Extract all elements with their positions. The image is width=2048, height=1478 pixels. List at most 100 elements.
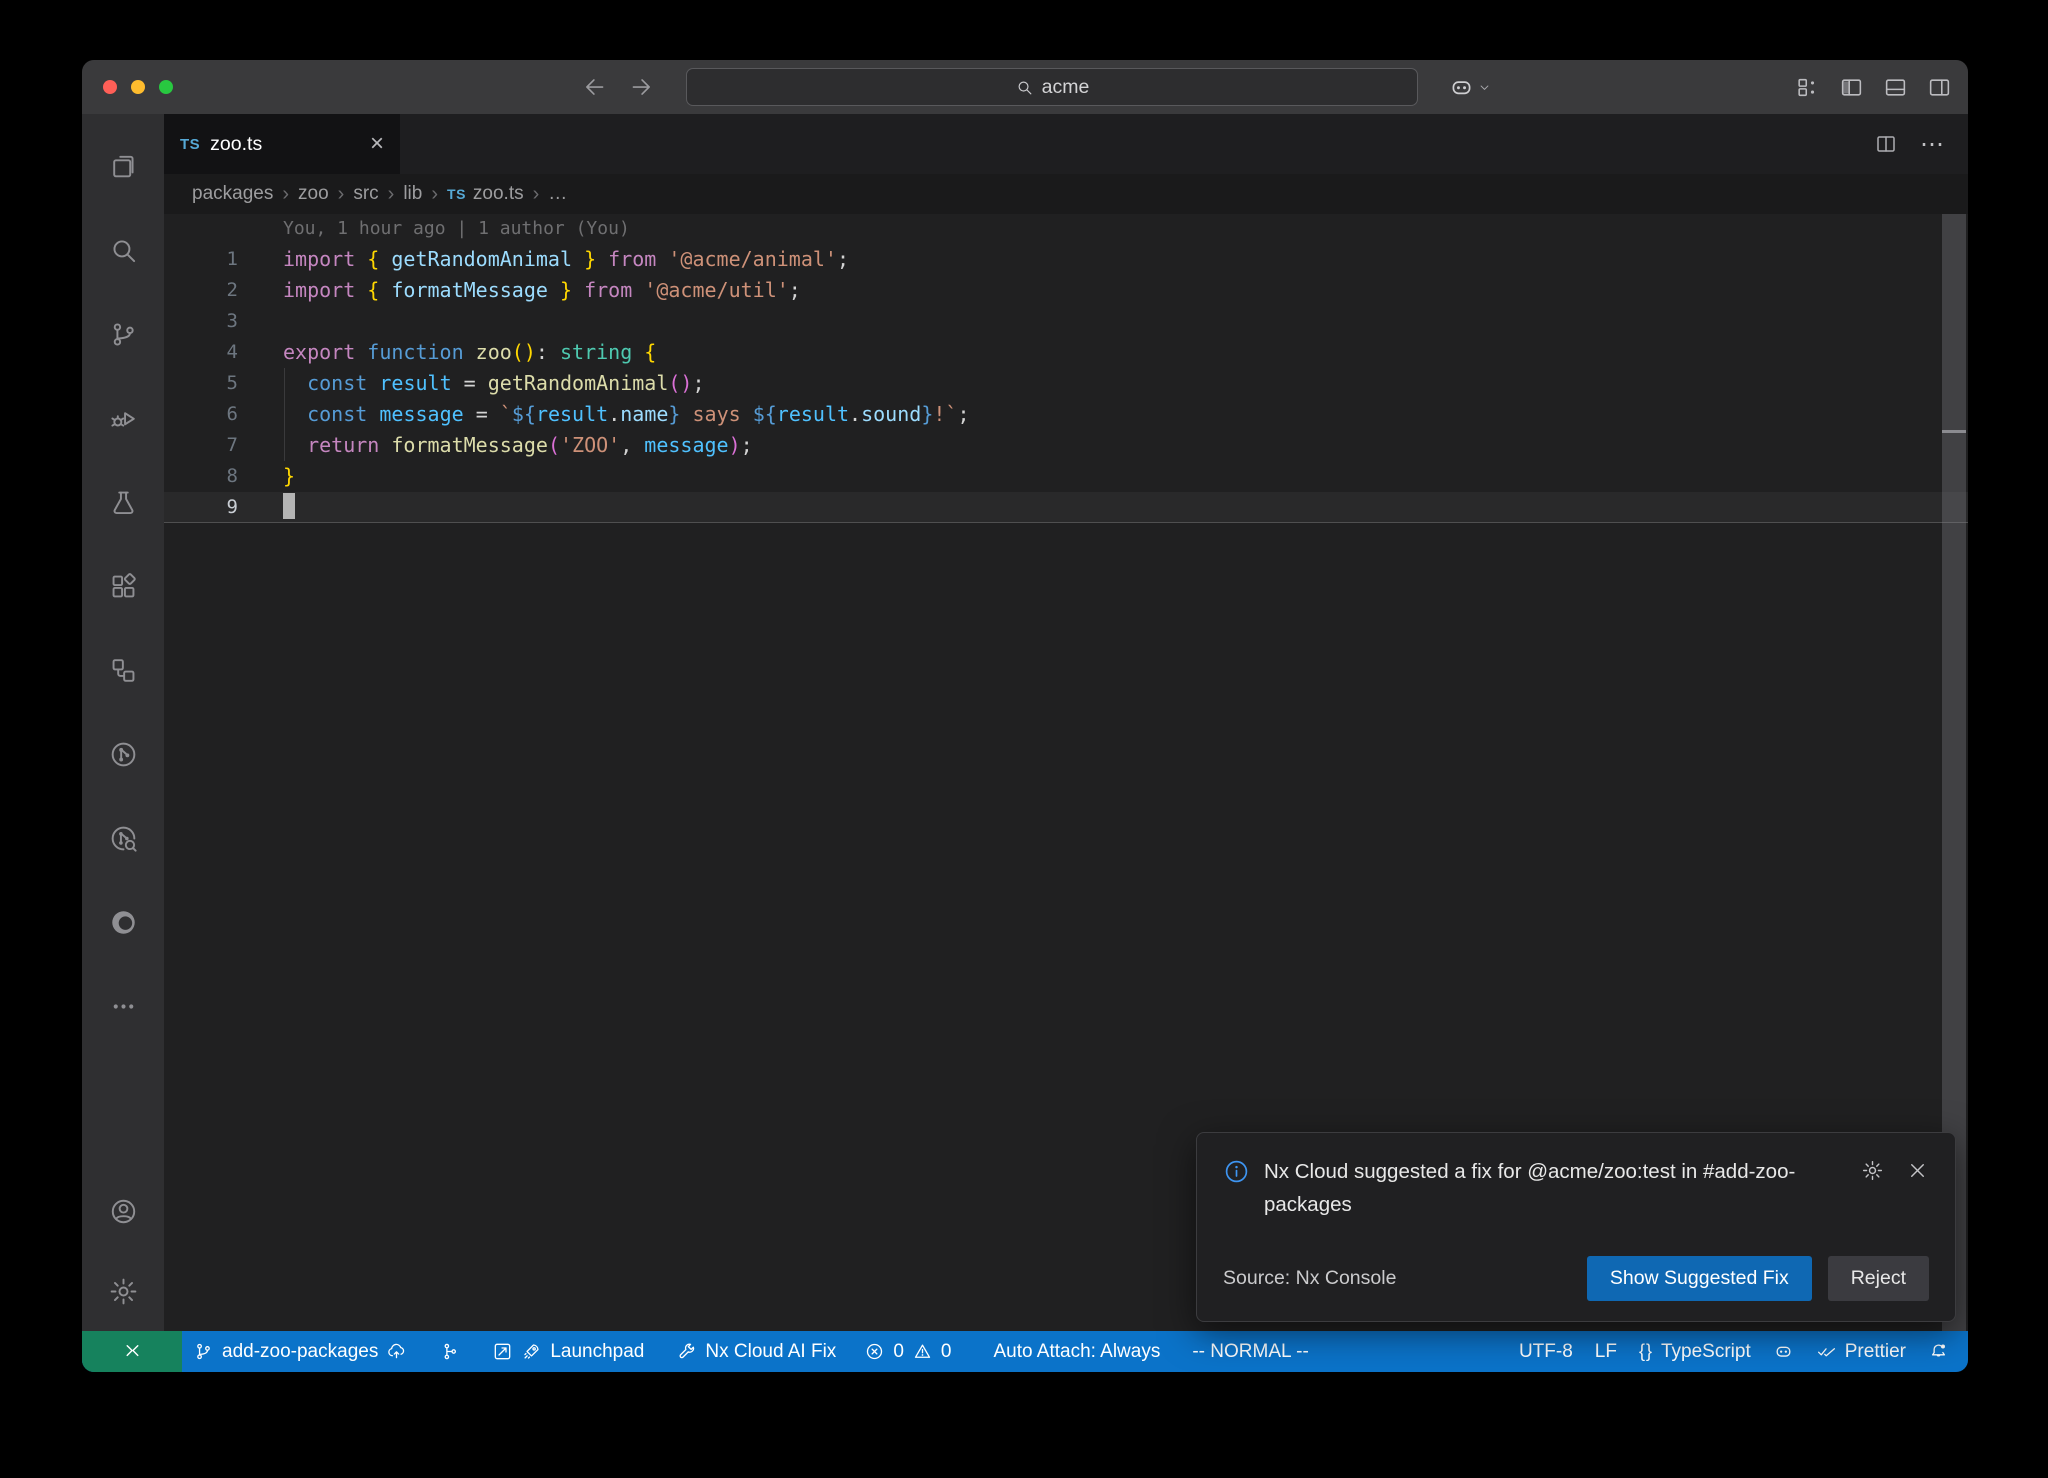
braces-icon: {}	[1639, 1341, 1653, 1362]
toggle-sidebar-left-icon[interactable]	[1839, 75, 1864, 100]
status-git-graph[interactable]	[428, 1331, 471, 1372]
command-center[interactable]: acme	[686, 68, 1418, 106]
activity-item-extensions[interactable]	[82, 544, 164, 628]
title-bar: acme	[82, 60, 1968, 114]
copilot-menu-button[interactable]	[1448, 60, 1492, 114]
code-line-5[interactable]: 5 const result = getRandomAnimal();	[164, 368, 1968, 399]
search-icon	[108, 235, 139, 266]
activity-item-account[interactable]	[82, 1171, 164, 1251]
status-bar: add-zoo-packages Launchpad Nx Cloud AI Fix…	[82, 1331, 1968, 1372]
notification-source: Source: Nx Console	[1223, 1267, 1396, 1290]
breadcrumbs: packages›zoo›src›lib›TSzoo.ts›…	[164, 174, 1968, 214]
status-label: UTF-8	[1519, 1341, 1573, 1363]
breadcrumb-item-zoo[interactable]: zoo	[298, 183, 329, 205]
forward-icon[interactable]	[628, 74, 654, 100]
code-line-9[interactable]: 9	[164, 492, 1968, 523]
status-label: LF	[1595, 1341, 1617, 1363]
reject-button[interactable]: Reject	[1828, 1256, 1929, 1301]
activity-item-search[interactable]	[82, 208, 164, 292]
activity-item-nx-graph-search[interactable]	[82, 796, 164, 880]
more-icon	[108, 991, 139, 1022]
status-label: Auto Attach: Always	[993, 1341, 1160, 1363]
status-nx-cloud-ai-fix[interactable]: Nx Cloud AI Fix	[665, 1331, 847, 1372]
split-editor-icon[interactable]	[1874, 132, 1898, 156]
activity-item-run-debug[interactable]	[82, 376, 164, 460]
code-line-1[interactable]: 1import { getRandomAnimal } from '@acme/…	[164, 244, 1968, 275]
customize-layout-icon[interactable]	[1795, 75, 1820, 100]
activity-item-nx-console[interactable]	[82, 628, 164, 712]
zoom-window-button[interactable]	[159, 80, 173, 94]
code-line-8[interactable]: 8}	[164, 461, 1968, 492]
activity-item-testing[interactable]	[82, 460, 164, 544]
breadcrumb-label: packages	[192, 183, 273, 205]
code-content: const result = getRandomAnimal();	[283, 368, 705, 399]
status-notifications-bell[interactable]	[1917, 1331, 1960, 1372]
breadcrumb-item-lib[interactable]: lib	[403, 183, 422, 205]
status-label: -- NORMAL --	[1192, 1341, 1308, 1363]
activity-item-edge-browser[interactable]	[82, 880, 164, 964]
tab-zoo-ts[interactable]: TS zoo.ts ×	[164, 114, 400, 174]
close-window-button[interactable]	[103, 80, 117, 94]
breadcrumb-item-src[interactable]: src	[353, 183, 378, 205]
toggle-sidebar-right-icon[interactable]	[1927, 75, 1952, 100]
status-label: 0	[941, 1341, 952, 1363]
status-prettier[interactable]: Prettier	[1805, 1331, 1917, 1372]
status-label: Nx Cloud AI Fix	[705, 1341, 836, 1363]
activity-item-explorer[interactable]	[82, 124, 164, 208]
code-content: }	[283, 461, 295, 492]
code-content: import { formatMessage } from '@acme/uti…	[283, 275, 801, 306]
status-problems[interactable]: 00	[853, 1331, 962, 1372]
status-language[interactable]: {}TypeScript	[1628, 1331, 1762, 1372]
status-eol[interactable]: LF	[1584, 1331, 1628, 1372]
vscode-window: acme TS zoo.ts ×	[82, 60, 1968, 1372]
minimize-window-button[interactable]	[131, 80, 145, 94]
breadcrumb-separator-icon: ›	[431, 183, 438, 206]
activity-item-source-control[interactable]	[82, 292, 164, 376]
nx-console-icon	[108, 655, 139, 686]
history-nav	[582, 60, 654, 114]
git-branch-icon	[193, 1341, 214, 1362]
remote-icon	[121, 1340, 144, 1363]
warning-icon	[912, 1341, 933, 1362]
notification-settings-gear-icon[interactable]	[1861, 1159, 1884, 1182]
error-icon	[864, 1341, 885, 1362]
status-auto-attach[interactable]: Auto Attach: Always	[982, 1331, 1171, 1372]
breadcrumb-item-packages[interactable]: packages	[192, 183, 273, 205]
code-line-4[interactable]: 4export function zoo(): string {	[164, 337, 1968, 368]
status-remote-indicator[interactable]	[82, 1331, 182, 1372]
copilot-icon	[1773, 1341, 1794, 1362]
status-vim-mode[interactable]: -- NORMAL --	[1181, 1331, 1319, 1372]
edge-browser-icon	[108, 907, 139, 938]
notification-close-icon[interactable]	[1906, 1159, 1929, 1182]
breadcrumb-item-zoo-ts[interactable]: TSzoo.ts	[447, 183, 524, 205]
status-copilot-status[interactable]	[1762, 1331, 1805, 1372]
code-line-3[interactable]: 3	[164, 306, 1968, 337]
code-line-7[interactable]: 7 return formatMessage('ZOO', message);	[164, 430, 1968, 461]
more-actions-icon[interactable]: ⋯	[1920, 130, 1946, 159]
toggle-panel-icon[interactable]	[1883, 75, 1908, 100]
status-encoding[interactable]: UTF-8	[1508, 1331, 1584, 1372]
show-suggested-fix-button[interactable]: Show Suggested Fix	[1587, 1256, 1812, 1301]
status-launchpad[interactable]: Launchpad	[481, 1331, 655, 1372]
breadcrumb-item--[interactable]: …	[548, 183, 567, 205]
close-tab-icon[interactable]: ×	[370, 132, 384, 156]
code-line-6[interactable]: 6 const message = `${result.name} says $…	[164, 399, 1968, 430]
back-icon[interactable]	[582, 74, 608, 100]
wrench-icon	[676, 1341, 697, 1362]
breadcrumb-label: lib	[403, 183, 422, 205]
testing-icon	[108, 487, 139, 518]
status-label: Launchpad	[550, 1341, 644, 1363]
activity-item-nx-graph[interactable]	[82, 712, 164, 796]
breadcrumb-separator-icon: ›	[338, 183, 345, 206]
account-icon	[108, 1196, 139, 1227]
explorer-icon	[108, 151, 139, 182]
line-number: 5	[164, 368, 238, 399]
code-content: return formatMessage('ZOO', message);	[283, 430, 753, 461]
code-line-2[interactable]: 2import { formatMessage } from '@acme/ut…	[164, 275, 1968, 306]
settings-gear-icon	[108, 1276, 139, 1307]
activity-item-more[interactable]	[82, 964, 164, 1048]
indent-guide	[284, 368, 285, 461]
notification-toast: Nx Cloud suggested a fix for @acme/zoo:t…	[1196, 1132, 1956, 1322]
status-git-branch[interactable]: add-zoo-packages	[182, 1331, 418, 1372]
activity-item-settings-gear[interactable]	[82, 1251, 164, 1331]
